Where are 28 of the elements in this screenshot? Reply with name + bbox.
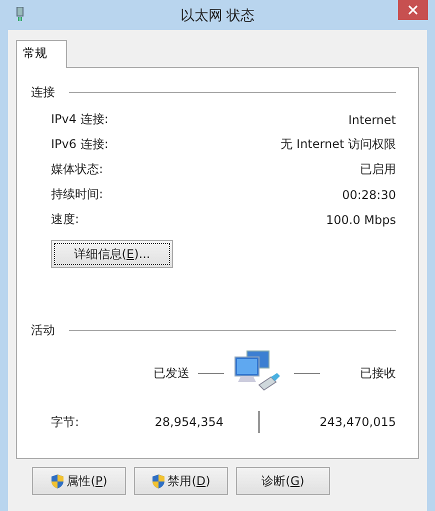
field-value: 00:28:30	[342, 188, 396, 202]
bytes-label: 字节:	[50, 414, 80, 430]
shield-icon	[152, 474, 165, 488]
field-value: 100.0 Mbps	[326, 212, 396, 226]
bytes-received: 243,470,015	[320, 415, 396, 429]
sent-label: 已发送	[154, 364, 190, 382]
field-label: 速度:	[51, 211, 80, 228]
field-label: IPv6 连接:	[51, 136, 108, 153]
field-label: 持续时间:	[51, 186, 104, 203]
bytes-sent: 28,954,354	[154, 415, 224, 429]
tab[interactable]: 常规	[16, 40, 67, 68]
field-label: 媒体状态:	[51, 161, 104, 178]
dialog-button[interactable]: 诊断(G)	[236, 467, 330, 495]
field-value: 已启用	[360, 161, 396, 178]
field-value: 无 Internet 访问权限	[280, 136, 396, 153]
section-heading: 连接	[31, 84, 55, 101]
close-button[interactable]	[398, 0, 428, 20]
shield-icon	[50, 474, 64, 488]
field-value: Internet	[348, 112, 396, 126]
details-button[interactable]: 详细信息(E)...	[51, 240, 173, 268]
dialog-button[interactable]: 禁用(D)	[134, 467, 228, 495]
section-heading: 活动	[31, 322, 55, 339]
dialog-button[interactable]: 属性(P)	[32, 467, 126, 495]
network-plug-icon	[16, 7, 24, 21]
field-label: IPv4 连接:	[51, 111, 108, 128]
window-title: 以太网 状态	[180, 7, 255, 25]
received-label: 已接收	[360, 364, 396, 382]
close-icon	[408, 5, 418, 15]
